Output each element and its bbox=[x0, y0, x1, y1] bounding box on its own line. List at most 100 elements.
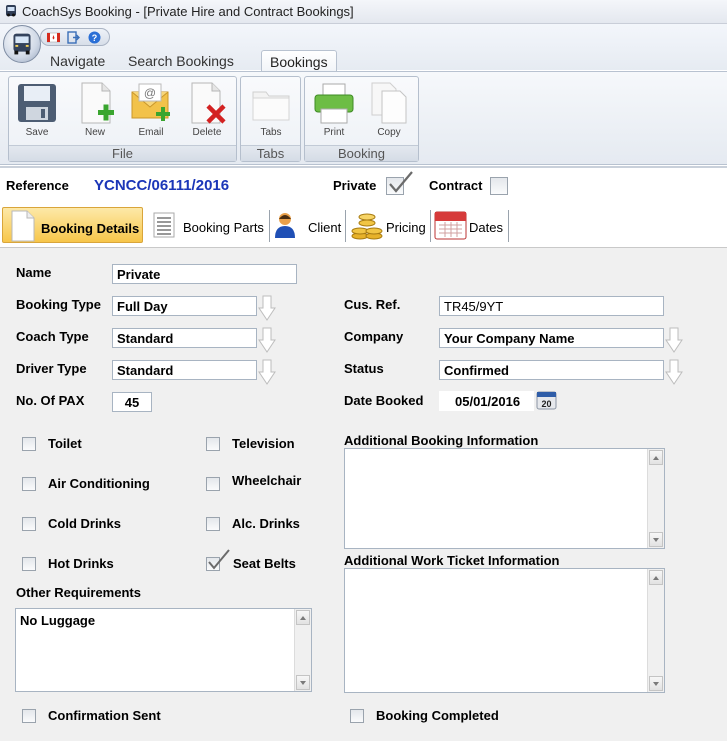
driver-type-select[interactable]: Standard bbox=[112, 360, 257, 380]
air-conditioning-checkbox[interactable] bbox=[22, 477, 36, 491]
additional-work-ticket-info-textarea[interactable] bbox=[344, 568, 665, 693]
subtab-booking-details-label: Booking Details bbox=[41, 221, 140, 236]
subtab-client[interactable]: Client bbox=[271, 207, 343, 243]
printer-icon bbox=[314, 83, 354, 124]
canada-flag-icon[interactable] bbox=[47, 31, 60, 44]
print-label: Print bbox=[323, 127, 345, 138]
other-requirements-text: No Luggage bbox=[20, 613, 96, 628]
additional-work-ticket-info-label: Additional Work Ticket Information bbox=[344, 553, 560, 568]
status-select[interactable]: Confirmed bbox=[439, 360, 664, 380]
vertical-scrollbar[interactable] bbox=[294, 609, 311, 691]
tabs-button[interactable]: Tabs bbox=[245, 80, 297, 142]
television-checkbox[interactable] bbox=[206, 437, 220, 451]
exit-icon[interactable] bbox=[67, 31, 80, 44]
other-requirements-label: Other Requirements bbox=[16, 585, 141, 600]
cold-drinks-checkbox[interactable] bbox=[22, 517, 36, 531]
subtab-booking-details[interactable]: Booking Details bbox=[2, 207, 143, 243]
email-button[interactable]: @ Email bbox=[125, 80, 177, 142]
scroll-up-button[interactable] bbox=[649, 570, 663, 585]
email-label: Email bbox=[138, 127, 164, 138]
subtab-pricing[interactable]: Pricing bbox=[347, 207, 429, 243]
person-icon bbox=[275, 213, 295, 238]
coach-type-select[interactable]: Standard bbox=[112, 328, 257, 348]
quick-access-toolbar: ? bbox=[40, 28, 110, 46]
help-icon[interactable]: ? bbox=[88, 31, 101, 44]
chevron-down-icon[interactable] bbox=[258, 294, 276, 322]
checkmark-icon bbox=[208, 549, 230, 570]
chevron-down-icon[interactable] bbox=[258, 326, 276, 354]
company-select[interactable]: Your Company Name bbox=[439, 328, 664, 348]
private-checkbox[interactable] bbox=[386, 171, 413, 195]
subtab-divider bbox=[430, 210, 431, 242]
subtab-dates[interactable]: Dates bbox=[432, 207, 510, 243]
name-label: Name bbox=[16, 265, 52, 280]
ribbon-divider bbox=[0, 166, 727, 168]
tab-search-bookings[interactable]: Search Bookings bbox=[120, 50, 242, 72]
print-button[interactable]: Print bbox=[308, 80, 360, 142]
chevron-down-icon[interactable] bbox=[665, 326, 683, 354]
reference-field[interactable]: YCNCC/06111/2016 bbox=[89, 174, 319, 198]
scroll-down-button[interactable] bbox=[649, 532, 663, 547]
scroll-down-button[interactable] bbox=[649, 676, 663, 691]
ribbon-body: Save New @ Email Delete File Tabs Tabs P… bbox=[0, 71, 727, 165]
tabs-group-label: Tabs bbox=[241, 145, 300, 161]
chevron-down-icon[interactable] bbox=[258, 358, 276, 386]
date-booked-input[interactable]: 05/01/2016 bbox=[439, 391, 534, 411]
booking-type-select[interactable]: Full Day bbox=[112, 296, 257, 316]
bus-icon bbox=[13, 33, 31, 55]
contract-checkbox[interactable] bbox=[490, 177, 508, 195]
booking-type-label: Booking Type bbox=[16, 297, 101, 312]
list-document-icon bbox=[153, 212, 175, 238]
wheelchair-checkbox[interactable] bbox=[206, 477, 220, 491]
title-bar: CoachSys Booking - [Private Hire and Con… bbox=[0, 0, 727, 24]
delete-button[interactable]: Delete bbox=[181, 80, 233, 142]
other-requirements-textarea[interactable]: No Luggage bbox=[15, 608, 312, 692]
alc-drinks-checkbox[interactable] bbox=[206, 517, 220, 531]
name-input[interactable]: Private bbox=[112, 264, 297, 284]
booking-completed-checkbox[interactable] bbox=[350, 709, 364, 723]
save-button[interactable]: Save bbox=[11, 80, 63, 142]
subtab-booking-parts-label: Booking Parts bbox=[183, 220, 264, 235]
vertical-scrollbar[interactable] bbox=[647, 569, 664, 692]
pax-label: No. Of PAX bbox=[16, 393, 85, 408]
delete-label: Delete bbox=[192, 127, 222, 138]
application-menu-button[interactable] bbox=[3, 25, 41, 63]
floppy-disk-icon bbox=[18, 84, 56, 122]
toilet-label: Toilet bbox=[48, 436, 82, 451]
delete-document-icon bbox=[191, 82, 226, 124]
copy-label: Copy bbox=[377, 127, 401, 138]
email-icon: @ bbox=[131, 83, 170, 121]
vertical-scrollbar[interactable] bbox=[647, 449, 664, 548]
seat-belts-checkbox[interactable] bbox=[206, 549, 230, 571]
pax-input[interactable]: 45 bbox=[112, 392, 152, 412]
subtab-booking-parts[interactable]: Booking Parts bbox=[148, 207, 268, 243]
booking-group-label: Booking bbox=[305, 145, 418, 161]
chevron-down-icon[interactable] bbox=[665, 358, 683, 386]
company-label: Company bbox=[344, 329, 404, 344]
additional-booking-info-textarea[interactable] bbox=[344, 448, 665, 549]
checkmark-icon bbox=[389, 171, 413, 193]
tab-navigate[interactable]: Navigate bbox=[42, 50, 113, 72]
tabs-icon bbox=[252, 91, 290, 121]
confirmation-sent-checkbox[interactable] bbox=[22, 709, 36, 723]
cus-ref-input[interactable]: TR45/9YT bbox=[439, 296, 664, 316]
tabs-group: Tabs Tabs bbox=[240, 76, 301, 162]
toilet-checkbox[interactable] bbox=[22, 437, 36, 451]
new-button[interactable]: New bbox=[69, 80, 121, 142]
television-label: Television bbox=[232, 436, 295, 451]
driver-type-label: Driver Type bbox=[16, 361, 87, 376]
seat-belts-label: Seat Belts bbox=[233, 556, 296, 571]
reference-label: Reference bbox=[6, 178, 69, 193]
additional-booking-info-label: Additional Booking Information bbox=[344, 433, 539, 448]
tab-bookings[interactable]: Bookings bbox=[261, 50, 337, 72]
subtab-pricing-label: Pricing bbox=[386, 220, 426, 235]
copy-button[interactable]: Copy bbox=[363, 80, 415, 142]
scroll-up-button[interactable] bbox=[649, 450, 663, 465]
tabs-label: Tabs bbox=[260, 127, 282, 138]
calendar-picker-icon[interactable]: 20 bbox=[536, 389, 558, 411]
hot-drinks-checkbox[interactable] bbox=[22, 557, 36, 571]
calendar-icon bbox=[434, 211, 467, 240]
scroll-up-button[interactable] bbox=[296, 610, 310, 625]
scroll-down-button[interactable] bbox=[296, 675, 310, 690]
air-conditioning-label: Air Conditioning bbox=[48, 476, 150, 491]
